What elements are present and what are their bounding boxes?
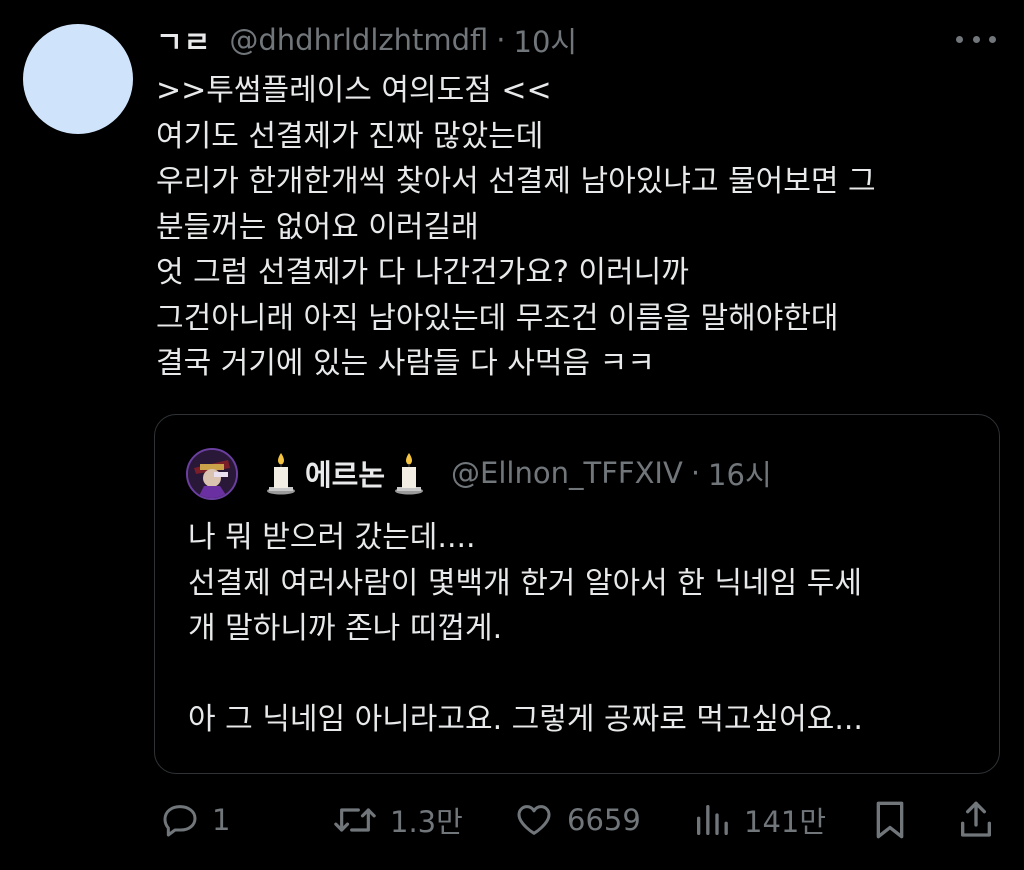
candle-icon	[267, 453, 295, 495]
quoted-author-handle[interactable]: @Ellnon_TFFXIV	[451, 456, 683, 490]
like-count: 6659	[567, 803, 641, 837]
separator-dot: ·	[496, 23, 506, 57]
more-options-icon[interactable]	[956, 24, 996, 54]
quoted-text-line: 선결제 여러사람이 몇백개 한거 알아서 한 닉네임 두세	[188, 565, 862, 601]
author-avatar[interactable]	[23, 24, 133, 134]
tweet-text-line: 엇 그럼 선결제가 다 나간건가요? 이러니까	[156, 255, 689, 290]
quoted-tweet-time[interactable]: 16시	[708, 452, 772, 494]
quoted-text-line: 개 말하니까 존나 띠껍게.	[188, 611, 503, 646]
views-button[interactable]: 141만	[692, 795, 826, 845]
reply-count: 1	[212, 803, 231, 837]
quoted-tweet-header: 에르논 @Ellnon_TFFXIV · 16시	[257, 451, 772, 495]
tweet-text-line: 그건아니래 아직 남아있는데 무조건 이름을 말해야한대	[156, 300, 839, 336]
quoted-text-line: 아 그 닉네임 아니라고요. 그렇게 공짜로 먹고싶어요...	[188, 702, 863, 737]
reply-button[interactable]: 1	[160, 795, 230, 845]
tweet-text: >>투썸플레이스 여의도점 << 여기도 선결제가 진짜 많았는데 우리가 한개…	[156, 68, 996, 387]
retweet-count: 1.3만	[390, 805, 463, 839]
retweet-icon	[334, 808, 376, 832]
bookmark-icon	[876, 801, 904, 839]
heart-icon	[517, 805, 551, 835]
quoted-text-line: 나 뭐 받으러 갔는데....	[188, 520, 476, 555]
candle-icon	[395, 453, 424, 495]
quoted-author-avatar[interactable]	[186, 448, 238, 500]
share-button[interactable]	[956, 795, 996, 845]
tweet-text-line: 우리가 한개한개씩 찾아서 선결제 남아있냐고 물어보면 그	[156, 164, 876, 199]
like-button[interactable]: 6659	[513, 795, 641, 845]
tweet-text-line: 여기도 선결제가 진짜 많았는데	[156, 118, 544, 154]
separator-dot: ·	[690, 456, 701, 490]
share-icon	[961, 801, 991, 837]
author-display-name[interactable]: ㄱㄹ	[156, 19, 211, 61]
retweet-button[interactable]: 1.3만	[332, 795, 463, 845]
quoted-author-display-name[interactable]: 에르논	[305, 452, 385, 494]
reply-icon	[163, 805, 197, 837]
tweet-text-line: 결국 거기에 있는 사람들 다 사먹음 ㅋㅋ	[156, 346, 655, 381]
tweet-time[interactable]: 10시	[514, 19, 578, 61]
quoted-text-line	[188, 652, 978, 698]
quoted-tweet-text: 나 뭐 받으러 갔는데.... 선결제 여러사람이 몇백개 한거 알아서 한 닉…	[188, 515, 978, 743]
bookmark-button[interactable]	[870, 795, 910, 845]
action-bar: 1 1.3만 6659 141만	[156, 795, 996, 845]
author-handle[interactable]: @dhdhrldlzhtmdfl	[229, 23, 488, 57]
views-icon	[697, 805, 728, 835]
quoted-tweet[interactable]: 에르논 @Ellnon_TFFXIV · 16시 나 뭐 받으러 갔는데....…	[154, 414, 1000, 774]
tweet-header: ㄱㄹ @dhdhrldlzhtmdfl · 10시	[156, 19, 578, 61]
tweet[interactable]: ㄱㄹ @dhdhrldlzhtmdfl · 10시 >>투썸플레이스 여의도점 …	[0, 0, 1024, 870]
views-count: 141만	[744, 805, 827, 839]
tweet-text-line: >>투썸플레이스 여의도점 <<	[156, 73, 552, 108]
tweet-text-line: 분들꺼는 없어요 이러길래	[156, 209, 479, 245]
